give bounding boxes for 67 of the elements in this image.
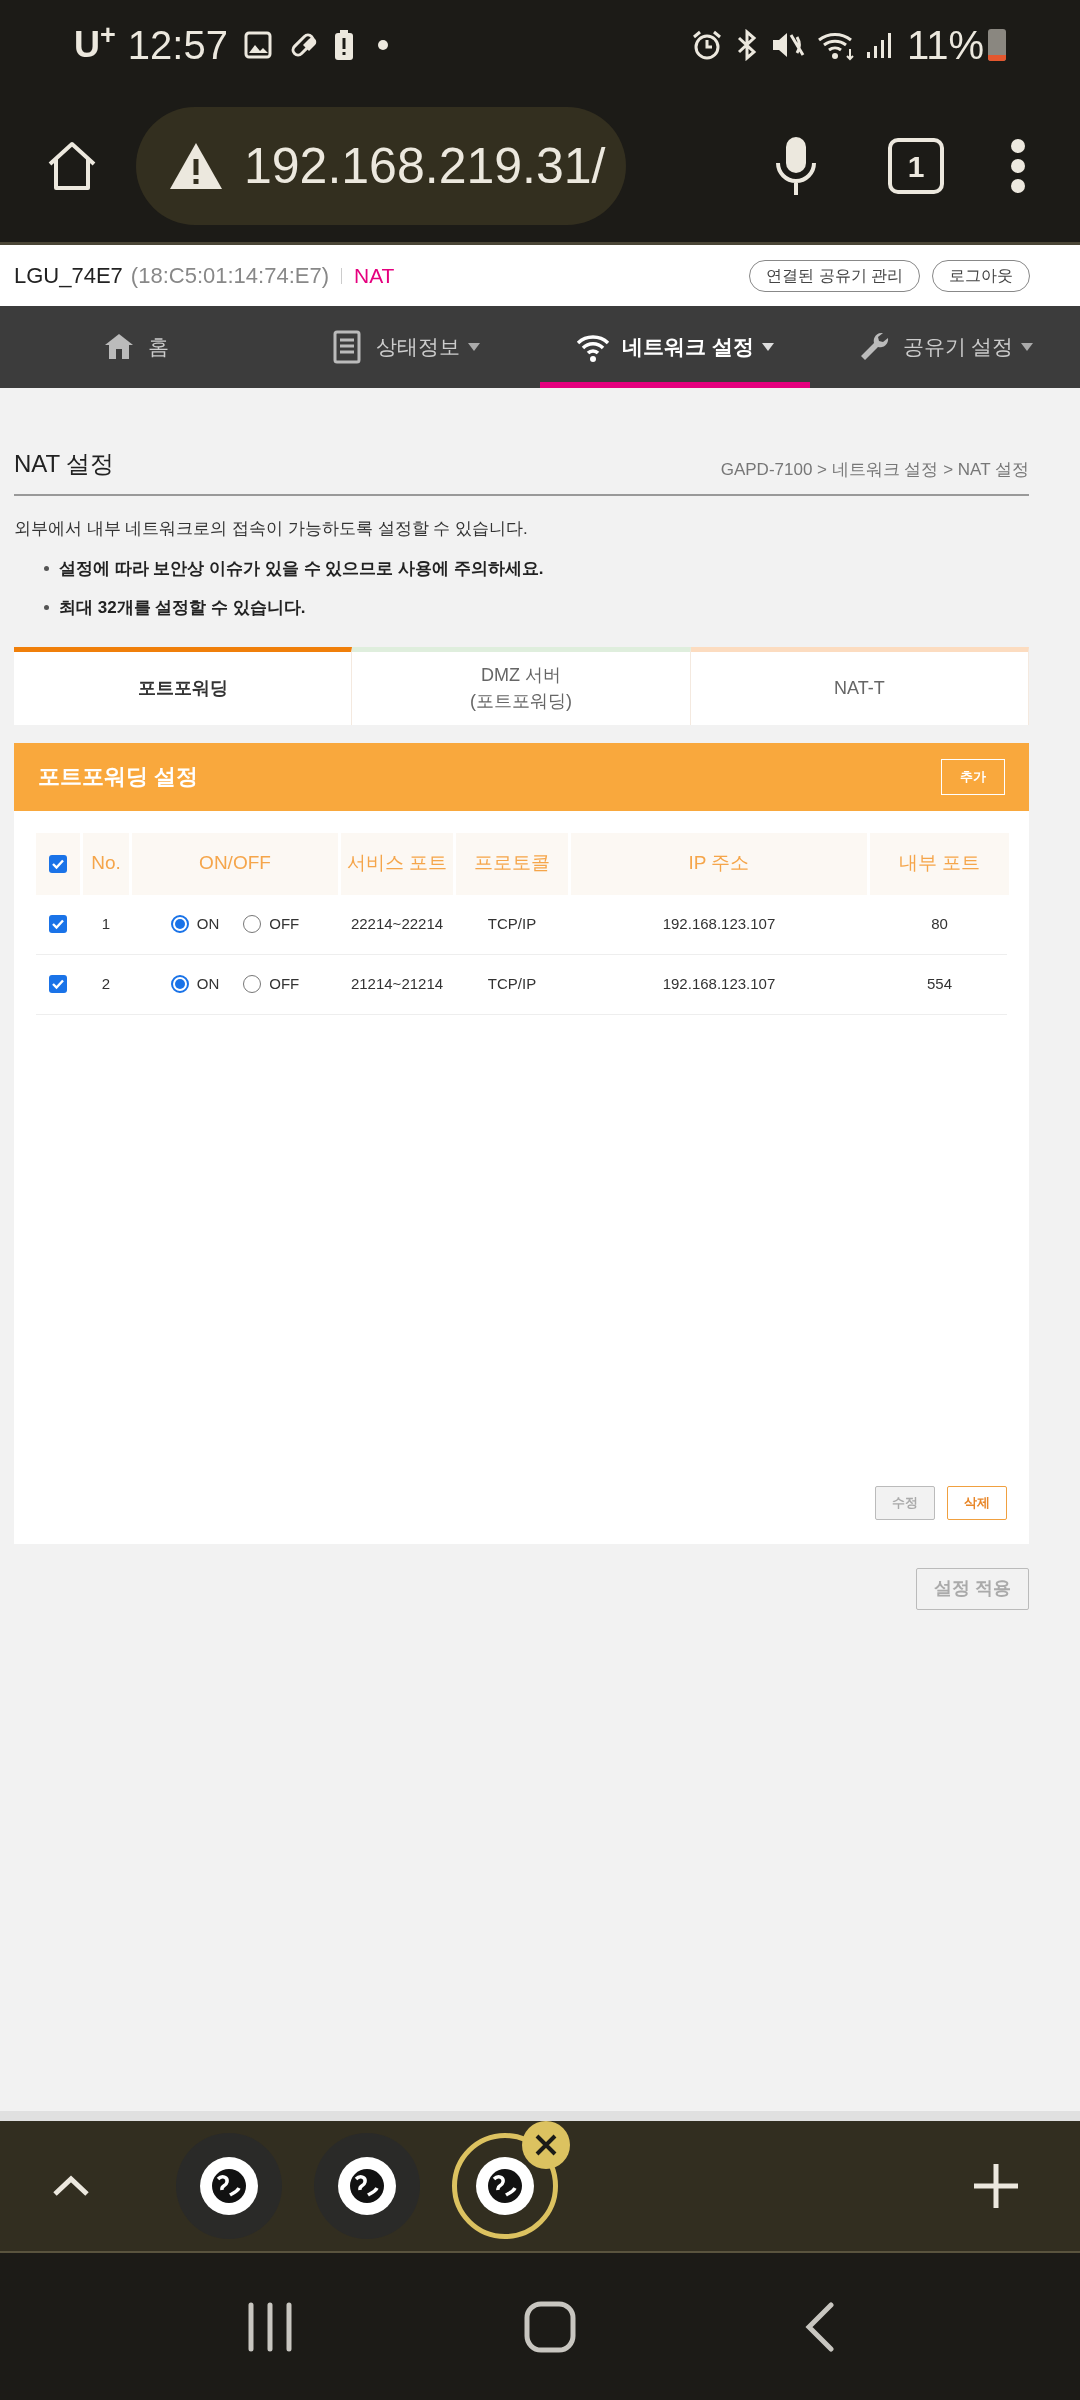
nav-tab[interactable]: 공유기 설정 — [810, 306, 1080, 388]
battery-alert-icon — [333, 30, 354, 60]
tab-count-button[interactable]: 1 — [888, 138, 944, 194]
radio-label: ON — [196, 913, 220, 934]
microphone-icon[interactable] — [774, 135, 818, 197]
description-text: 외부에서 내부 네트워크로의 접속이 가능하도록 설정할 수 있습니다. — [14, 518, 529, 540]
dot-icon — [377, 40, 388, 50]
column-header: No. — [83, 832, 129, 895]
check-icon — [51, 977, 65, 991]
radio-button[interactable] — [170, 975, 189, 993]
column-header: ON/OFF — [132, 832, 338, 895]
battery-percent: 11% — [906, 22, 984, 69]
manage-routers-button[interactable]: 연결된 공유기 관리 — [749, 259, 920, 292]
image-icon — [243, 31, 272, 59]
radio-label: OFF — [269, 973, 300, 994]
nat-tab[interactable]: DMZ 서버 (포트포워딩) — [352, 646, 691, 725]
close-icon[interactable] — [522, 2121, 570, 2169]
checkbox[interactable] — [49, 915, 67, 933]
column-header: 프로토콜 — [456, 832, 568, 895]
column-header: 내부 포트 — [870, 832, 1009, 895]
carrier-label: U$^{+}$ — [74, 18, 116, 67]
table-cell-text: 192.168.123.107 — [661, 973, 777, 994]
checkbox[interactable] — [49, 975, 67, 993]
table-cell-text: 1 — [100, 913, 112, 934]
page-title: NAT 설정 — [14, 449, 115, 479]
table-cell-text: TCP/IP — [486, 973, 538, 994]
nav-tab[interactable]: 홈 — [0, 306, 270, 388]
chevron-up-icon[interactable] — [52, 2175, 90, 2197]
clock: 12:57 — [127, 22, 228, 69]
table-cell-text: 2 — [100, 973, 112, 994]
logout-button[interactable]: 로그아웃 — [932, 259, 1030, 292]
warning-icon — [168, 141, 224, 191]
back-icon[interactable] — [805, 2301, 836, 2352]
address-bar[interactable]: 192.168.219.31/ — [136, 107, 626, 225]
nav-tab[interactable]: 네트워크 설정 — [540, 306, 810, 388]
table-cell-text: 554 — [926, 973, 953, 994]
nat-tab[interactable]: NAT-T — [690, 646, 1029, 725]
table-cell-text: 192.168.123.107 — [661, 913, 777, 934]
radio-button[interactable] — [170, 915, 189, 933]
checkbox[interactable] — [49, 854, 67, 873]
note-text: 설정에 따라 보안상 이슈가 있을 수 있으므로 사용에 주의하세요. — [59, 557, 544, 580]
globe-icon — [476, 2157, 534, 2215]
column-header: 서비스 포트 — [341, 832, 453, 895]
url-text: 192.168.219.31/ — [244, 136, 606, 196]
nat-tab[interactable]: 포트포워딩 — [14, 646, 353, 725]
panel-title: 포트포워딩 설정 — [38, 763, 199, 791]
radio-label: OFF — [269, 913, 300, 934]
mode-label: NAT — [354, 262, 395, 289]
table-cell-text: 22214~22214 — [349, 913, 445, 934]
table-cell-text: TCP/IP — [486, 913, 538, 934]
more-icon[interactable] — [1008, 138, 1028, 194]
router-name: LGU_74E7 — [14, 262, 123, 290]
globe-icon — [200, 2157, 258, 2215]
radio-label: ON — [196, 973, 220, 994]
note-text: 최대 32개를 설정할 수 있습니다. — [59, 597, 306, 619]
check-icon — [51, 917, 65, 931]
battery-icon — [988, 29, 1006, 61]
home-button-icon[interactable] — [524, 2300, 576, 2353]
column-header: IP 주소 — [571, 832, 867, 895]
globe-icon — [338, 2157, 396, 2215]
plus-icon[interactable] — [974, 2164, 1018, 2208]
alarm-icon — [690, 29, 723, 61]
table-cell-text: 80 — [930, 913, 949, 934]
table-cell-text: 21214~21214 — [349, 973, 445, 994]
breadcrumb: GAPD-7100 > 네트워크 설정 > NAT 설정 — [720, 458, 1029, 481]
nav-tab[interactable]: 상태정보 — [270, 306, 540, 388]
mac-address: (18:C5:01:14:74:E7) — [130, 262, 329, 290]
